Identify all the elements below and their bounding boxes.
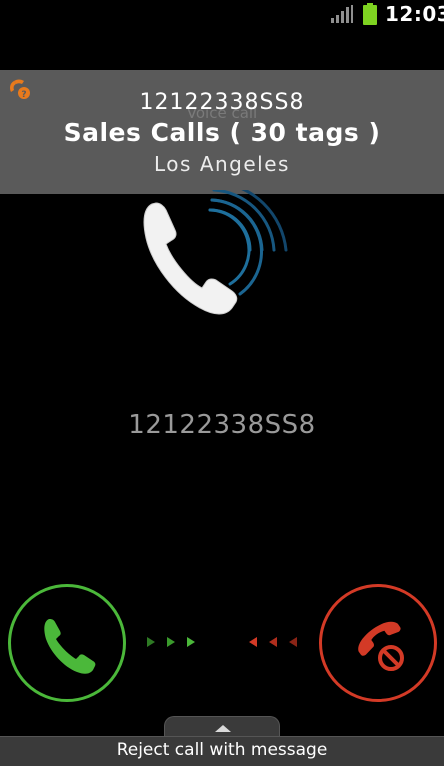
- signal-icon: [331, 5, 353, 23]
- caller-number: 12122338SS8: [139, 90, 305, 115]
- main-caller-number: 12122338SS8: [128, 410, 316, 440]
- phone-reject-icon: [358, 621, 404, 671]
- status-clock: 12:03: [385, 2, 444, 26]
- battery-icon: [363, 3, 377, 25]
- slide-right-arrows: [147, 637, 195, 647]
- incoming-call-icon: [143, 190, 288, 315]
- status-bar: 12:03: [0, 0, 444, 28]
- caller-location: Los Angeles: [154, 152, 290, 176]
- caller-name: Sales Calls ( 30 tags ): [63, 118, 381, 147]
- reject-message-label[interactable]: Reject call with message: [0, 740, 444, 760]
- answer-call-button[interactable]: [8, 584, 126, 702]
- phone-answer-icon: [44, 619, 96, 674]
- reject-call-button[interactable]: [319, 584, 437, 702]
- chevron-up-icon: [215, 725, 231, 732]
- reject-message-handle[interactable]: [164, 716, 280, 738]
- slide-left-arrows: [249, 637, 297, 647]
